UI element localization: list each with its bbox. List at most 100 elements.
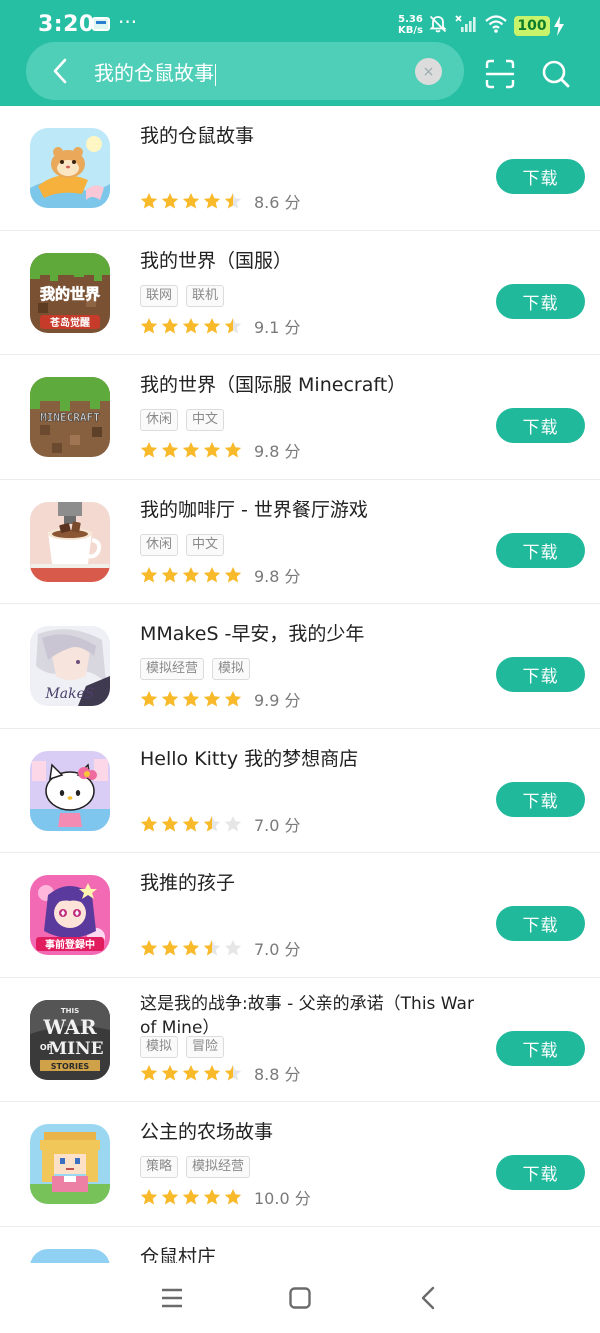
app-icon-hamster-story[interactable] bbox=[30, 128, 110, 208]
app-icon-hamster-village[interactable] bbox=[30, 1248, 110, 1263]
hamster-village-icon bbox=[30, 1248, 110, 1263]
app-title[interactable]: MMakeS -早安，我的少年 bbox=[140, 622, 485, 647]
tag: 休闲 bbox=[140, 533, 179, 556]
star-full-icon bbox=[140, 815, 158, 831]
star-full-icon bbox=[203, 1189, 221, 1205]
app-icon-hello-kitty[interactable] bbox=[30, 750, 110, 831]
rating: 9.9 分 bbox=[140, 687, 301, 711]
star-rating bbox=[140, 192, 242, 210]
app-title[interactable]: Hello Kitty 我的梦想商店 bbox=[140, 747, 485, 772]
tag-list: 模拟 冒险 bbox=[140, 1035, 225, 1058]
star-full-icon bbox=[203, 566, 221, 582]
app-title[interactable]: 我的仓鼠故事 bbox=[140, 124, 485, 149]
minecraft-cn-icon: 我的世界 苍岛觉醒 bbox=[30, 252, 110, 333]
app-title[interactable]: 我推的孩子 bbox=[140, 871, 485, 896]
star-full-icon bbox=[203, 1064, 221, 1080]
more-notifications-icon: ··· bbox=[118, 10, 138, 34]
war-logo-mine: MINE bbox=[48, 1039, 103, 1059]
makes-logo-text: MakeS bbox=[44, 686, 94, 702]
app-title[interactable]: 我的世界（国服） bbox=[140, 249, 485, 274]
star-full-icon bbox=[161, 193, 179, 209]
rating: 8.8 分 bbox=[140, 1061, 301, 1085]
star-full-icon bbox=[161, 442, 179, 458]
app-title[interactable]: 这是我的战争:故事 - 父亲的承诺（This War of Mine） bbox=[140, 992, 485, 1040]
star-rating bbox=[140, 815, 242, 833]
app-icon-my-cafe[interactable] bbox=[30, 501, 110, 582]
download-button[interactable]: 下载 bbox=[496, 532, 585, 568]
download-button[interactable]: 下载 bbox=[496, 283, 585, 319]
app-icon-mmakes[interactable]: MakeS bbox=[30, 626, 110, 706]
list-item[interactable]: 我的咖啡厅 - 世界餐厅游戏 休闲 中文 9.8 分 下载 bbox=[0, 480, 600, 604]
hello-kitty-icon bbox=[30, 750, 110, 831]
star-full-icon bbox=[182, 193, 200, 209]
idol-character-icon: 事前登録中 bbox=[30, 875, 110, 955]
list-item[interactable]: 公主的农场故事 策略 模拟经营 10.0 分 下载 bbox=[0, 1102, 600, 1227]
star-full-icon bbox=[203, 691, 221, 707]
star-full-icon bbox=[140, 442, 158, 458]
app-icon-minecraft-cn[interactable]: 我的世界 苍岛觉醒 bbox=[30, 252, 110, 333]
scan-button[interactable] bbox=[484, 58, 516, 90]
download-button[interactable]: 下载 bbox=[496, 781, 585, 817]
nav-menu-button[interactable] bbox=[157, 1283, 187, 1313]
list-item[interactable]: 我的世界 苍岛觉醒 我的世界（国服） 联网 联机 9.1 分 下载 bbox=[0, 231, 600, 355]
search-button[interactable] bbox=[540, 58, 572, 90]
star-half-icon bbox=[224, 193, 242, 209]
list-item[interactable]: THIS WAR OF MINE STORIES 这是我的战争:故事 - 父亲的… bbox=[0, 978, 600, 1102]
search-bar[interactable]: 我的仓鼠故事 × bbox=[26, 42, 464, 100]
app-title[interactable]: 仓鼠村庄 bbox=[140, 1245, 485, 1264]
app-icon-minecraft-international[interactable]: MINECRAFT bbox=[30, 377, 110, 457]
charging-icon bbox=[554, 16, 564, 36]
tag: 中文 bbox=[186, 533, 225, 556]
score-text: 9.8 分 bbox=[254, 566, 301, 586]
list-item[interactable]: 仓鼠村庄 bbox=[0, 1227, 600, 1264]
app-icon-princess-farm[interactable] bbox=[30, 1124, 110, 1204]
star-half-icon bbox=[224, 1064, 242, 1080]
score-text: 10.0 分 bbox=[254, 1189, 311, 1208]
app-title[interactable]: 公主的农场故事 bbox=[140, 1120, 485, 1145]
hamster-game-icon bbox=[30, 128, 110, 208]
mute-bell-icon bbox=[429, 15, 447, 33]
rating: 7.0 分 bbox=[140, 936, 301, 960]
back-button[interactable] bbox=[44, 55, 76, 87]
list-item[interactable]: 事前登録中 我推的孩子 7.0 分 下载 bbox=[0, 853, 600, 978]
app-title[interactable]: 我的世界（国际服 Minecraft） bbox=[140, 373, 485, 398]
notification-app-icon bbox=[92, 17, 110, 31]
star-full-icon bbox=[161, 691, 179, 707]
star-full-icon bbox=[161, 566, 179, 582]
star-full-icon bbox=[140, 193, 158, 209]
search-input[interactable]: 我的仓鼠故事 bbox=[94, 57, 216, 86]
star-full-icon bbox=[182, 566, 200, 582]
tag: 策略 bbox=[140, 1156, 179, 1178]
list-item[interactable]: MakeS MMakeS -早安，我的少年 模拟经营 模拟 9.9 分 下载 bbox=[0, 604, 600, 729]
nav-back-button[interactable] bbox=[413, 1283, 443, 1313]
list-item[interactable]: MINECRAFT 我的世界（国际服 Minecraft） 休闲 中文 9.8 … bbox=[0, 355, 600, 480]
app-title[interactable]: 我的咖啡厅 - 世界餐厅游戏 bbox=[140, 498, 485, 523]
list-item[interactable]: 我的仓鼠故事 8.6 分 下载 bbox=[0, 106, 600, 231]
download-button[interactable]: 下载 bbox=[496, 159, 585, 194]
download-button[interactable]: 下载 bbox=[496, 1030, 585, 1066]
nav-home-button[interactable] bbox=[285, 1283, 315, 1313]
star-full-icon bbox=[203, 442, 221, 458]
pixel-princess-icon bbox=[30, 1124, 110, 1204]
star-rating bbox=[140, 441, 242, 459]
star-rating bbox=[140, 317, 242, 335]
tag: 模拟经营 bbox=[186, 1156, 251, 1178]
status-bar: 3:20 ··· 5.36 KB/s 100 bbox=[0, 0, 600, 42]
list-item[interactable]: Hello Kitty 我的梦想商店 7.0 分 下载 bbox=[0, 729, 600, 853]
score-text: 9.9 分 bbox=[254, 691, 301, 710]
app-icon-this-war-of-mine[interactable]: THIS WAR OF MINE STORIES bbox=[30, 999, 110, 1080]
download-button[interactable]: 下载 bbox=[496, 906, 585, 941]
app-icon-oshi-no-ko[interactable]: 事前登録中 bbox=[30, 875, 110, 955]
score-text: 8.8 分 bbox=[254, 1064, 301, 1084]
tag-list: 休闲 中文 bbox=[140, 533, 225, 556]
signal-icon bbox=[455, 15, 476, 32]
minecraft-cn-subtitle: 苍岛觉醒 bbox=[49, 316, 90, 329]
text-cursor bbox=[215, 63, 216, 86]
star-full-icon bbox=[140, 317, 158, 333]
download-button[interactable]: 下载 bbox=[496, 1155, 585, 1190]
download-button[interactable]: 下载 bbox=[496, 657, 585, 692]
star-empty-icon bbox=[224, 940, 242, 956]
star-full-icon bbox=[182, 442, 200, 458]
download-button[interactable]: 下载 bbox=[496, 408, 585, 443]
clear-button[interactable]: × bbox=[415, 58, 442, 85]
